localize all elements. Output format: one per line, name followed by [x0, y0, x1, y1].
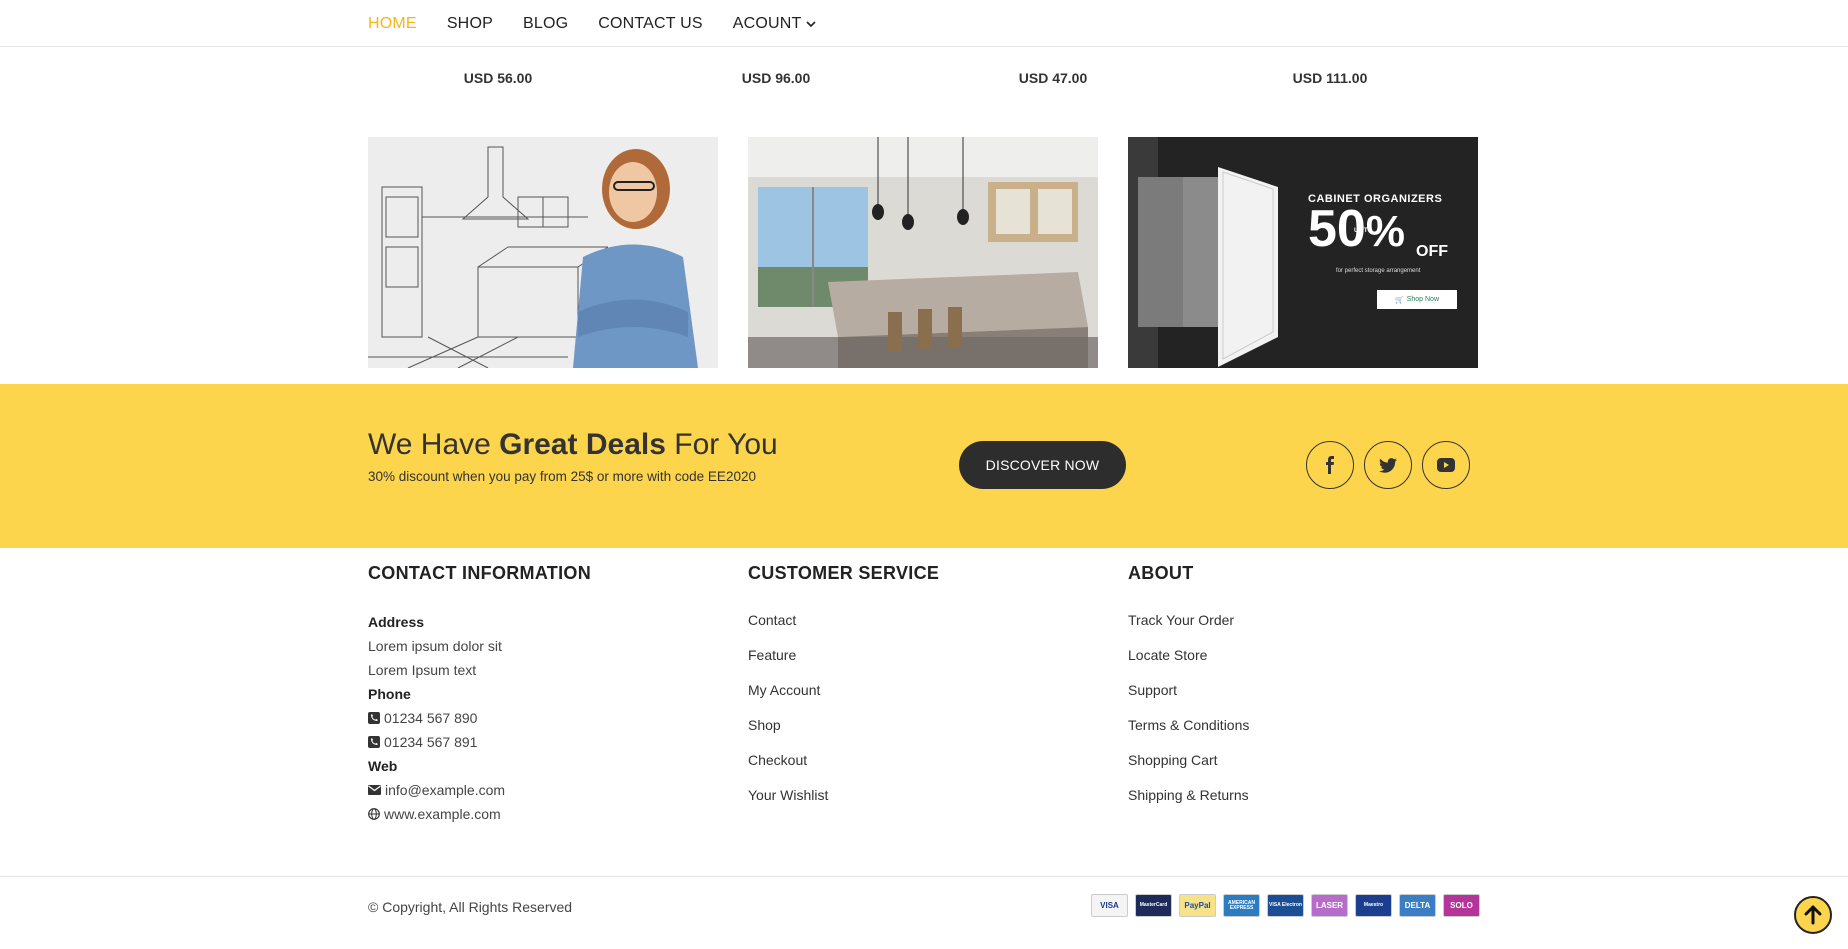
- product-price: USD 56.00: [463, 70, 533, 86]
- payment-card-label: AMERICAN EXPRESS: [1228, 899, 1255, 911]
- arrow-up-icon: [1804, 905, 1822, 925]
- kitchen-interior-image: [748, 137, 1098, 368]
- product-price: USD 47.00: [1018, 70, 1088, 86]
- envelope-icon: [368, 785, 381, 795]
- product-prices: USD 56.00 USD 96.00 USD 47.00 USD 111.00: [0, 70, 1848, 90]
- deals-title: We Have Great Deals For You: [368, 428, 778, 462]
- footer-link-wishlist[interactable]: Your Wishlist: [748, 785, 939, 820]
- banner-kitchen-interior[interactable]: [748, 137, 1098, 368]
- footer-link-track-order[interactable]: Track Your Order: [1128, 610, 1249, 645]
- payment-card-maestro: Maestro: [1355, 894, 1392, 917]
- phone-line-2[interactable]: 01234 567 891: [368, 730, 591, 754]
- footer-link-feature[interactable]: Feature: [748, 645, 939, 680]
- footer-link-shop[interactable]: Shop: [748, 715, 939, 750]
- payment-card-label: SOLO: [1450, 900, 1473, 910]
- deals-subtitle: 30% discount when you pay from 25$ or mo…: [368, 469, 756, 484]
- footer-service-column: CUSTOMER SERVICE Contact Feature My Acco…: [748, 563, 939, 820]
- nav-menu: HOME SHOP BLOG CONTACT US ACOUNT: [368, 0, 816, 47]
- promo-shop-now-button[interactable]: 🛒 Shop Now: [1377, 290, 1457, 309]
- email-address: info@example.com: [385, 782, 506, 798]
- promo-tagline: for perfect storage arrangement: [1336, 268, 1421, 274]
- service-heading: CUSTOMER SERVICE: [748, 563, 940, 583]
- payment-card-visa: VISA: [1091, 894, 1128, 917]
- footer-link-support[interactable]: Support: [1128, 680, 1249, 715]
- phone-label: Phone: [368, 686, 411, 702]
- phone-number: 01234 567 891: [384, 734, 478, 750]
- deals-title-bold: Great Deals: [499, 428, 666, 461]
- twitter-link[interactable]: [1364, 441, 1412, 489]
- footer-link-my-account[interactable]: My Account: [748, 680, 939, 715]
- footer-link-shipping-returns[interactable]: Shipping & Returns: [1128, 785, 1249, 820]
- payment-card-label: DELTA: [1404, 900, 1431, 910]
- scroll-to-top-button[interactable]: [1794, 896, 1832, 934]
- facebook-link[interactable]: [1306, 441, 1354, 489]
- email-line[interactable]: info@example.com: [368, 778, 591, 802]
- banner-kitchen-design[interactable]: [368, 137, 718, 368]
- payment-card-solo: SOLO: [1443, 894, 1480, 917]
- promo-upto: UP TO: [1354, 228, 1373, 234]
- nav-account[interactable]: ACOUNT: [733, 15, 816, 33]
- payment-card-label: PayPal: [1184, 900, 1211, 910]
- footer-link-terms[interactable]: Terms & Conditions: [1128, 715, 1249, 750]
- payment-card-mastercard: MasterCard: [1135, 894, 1172, 917]
- footer-link-locate-store[interactable]: Locate Store: [1128, 645, 1249, 680]
- payment-card-laser: LASER: [1311, 894, 1348, 917]
- footer-link-contact[interactable]: Contact: [748, 610, 939, 645]
- payment-card-label: VISA: [1100, 900, 1119, 910]
- deals-banner: We Have Great Deals For You 30% discount…: [0, 384, 1848, 548]
- phone-icon: [368, 736, 380, 748]
- youtube-icon: [1437, 458, 1455, 472]
- deals-title-pre: We Have: [368, 428, 500, 461]
- nav-account-label: ACOUNT: [732, 14, 802, 32]
- globe-icon: [368, 808, 380, 820]
- payment-card-paypal: PayPal: [1179, 894, 1216, 917]
- discover-now-button[interactable]: DISCOVER NOW: [959, 441, 1126, 489]
- promo-shop-now-label: Shop Now: [1406, 296, 1439, 303]
- top-navigation: HOME SHOP BLOG CONTACT US ACOUNT: [0, 0, 1848, 47]
- payment-card-american-express: AMERICAN EXPRESS: [1223, 894, 1260, 917]
- twitter-icon: [1379, 457, 1397, 473]
- phone-number: 01234 567 890: [384, 710, 478, 726]
- address-label: Address: [368, 614, 425, 630]
- copyright-text: © Copyright, All Rights Reserved: [368, 899, 573, 915]
- footer-contact-column: CONTACT INFORMATION Address Lorem ipsum …: [368, 563, 591, 826]
- payment-methods: VISA MasterCard PayPal AMERICAN EXPRESS VISA…: [1091, 894, 1480, 917]
- contact-heading: CONTACT INFORMATION: [368, 563, 592, 583]
- web-label: Web: [368, 758, 398, 774]
- address-line-2: Lorem Ipsum text: [368, 662, 477, 678]
- facebook-icon: [1326, 456, 1334, 474]
- about-heading: ABOUT: [1128, 563, 1194, 583]
- payment-card-visa-electron: VISA Electron: [1267, 894, 1304, 917]
- footer-link-shopping-cart[interactable]: Shopping Cart: [1128, 750, 1249, 785]
- payment-card-label: Maestro: [1363, 902, 1384, 908]
- promo-off: OFF: [1416, 243, 1448, 260]
- youtube-link[interactable]: [1422, 441, 1470, 489]
- phone-icon: [368, 712, 380, 724]
- payment-card-delta: DELTA: [1399, 894, 1436, 917]
- website-line[interactable]: www.example.com: [368, 802, 591, 826]
- banner-cabinet-organizers[interactable]: CABINET ORGANIZERS 50% UP TO OFF for per…: [1128, 137, 1478, 368]
- kitchen-sketch-image: [368, 137, 718, 368]
- nav-shop[interactable]: SHOP: [447, 15, 493, 33]
- footer-link-checkout[interactable]: Checkout: [748, 750, 939, 785]
- cart-icon: 🛒: [1394, 296, 1404, 304]
- nav-home[interactable]: HOME: [368, 15, 417, 33]
- footer-about-column: ABOUT Track Your Order Locate Store Supp…: [1128, 563, 1249, 820]
- payment-card-label: VISA Electron: [1269, 902, 1302, 908]
- payment-card-label: LASER: [1315, 900, 1344, 910]
- chevron-down-icon: [805, 20, 816, 27]
- phone-line-1[interactable]: 01234 567 890: [368, 706, 591, 730]
- payment-card-label: MasterCard: [1139, 902, 1168, 908]
- deals-title-post: For You: [665, 428, 778, 461]
- product-price: USD 96.00: [741, 70, 811, 86]
- website-url: www.example.com: [384, 806, 501, 822]
- product-price: USD 111.00: [1292, 70, 1368, 86]
- footer-bottom-bar: © Copyright, All Rights Reserved VISA Mas…: [0, 876, 1848, 949]
- nav-blog[interactable]: BLOG: [523, 15, 568, 33]
- nav-contact-us[interactable]: CONTACT US: [598, 15, 703, 33]
- address-line-1: Lorem ipsum dolor sit: [368, 638, 502, 654]
